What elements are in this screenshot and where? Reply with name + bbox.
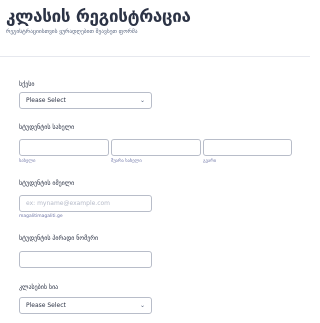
form-title: კლასის რეგისტრაცია [6, 7, 191, 27]
class-list-label: კლასების სია [19, 284, 59, 291]
last-name-sublabel: გვარი [203, 159, 217, 164]
first-name-input[interactable] [19, 139, 109, 156]
email-hint: magalitimagaliti.ge [19, 214, 63, 219]
gender-select[interactable]: Please Select ⌄ [19, 92, 152, 109]
class-list-select[interactable]: Please Select ⌄ [19, 297, 152, 314]
email-placeholder: ex: myname@example.com [26, 200, 111, 207]
student-id-label: სტუდენტის პირადი ნომერი [19, 235, 99, 242]
chevron-down-icon: ⌄ [139, 302, 145, 309]
first-name-sublabel: სახელი [19, 159, 36, 164]
gender-select-value: Please Select [26, 97, 66, 104]
student-id-input[interactable] [19, 251, 152, 268]
gender-label: სქესი [19, 81, 35, 88]
header-divider [0, 56, 310, 57]
student-email-label: სტუდენტის იმეილი [19, 180, 75, 187]
form-header: კლასის რეგისტრაცია რეგისტრაციისთვის ყურა… [6, 6, 191, 35]
middle-name-sublabel: შუარა სახელი [111, 159, 142, 164]
form-subtitle: რეგისტრაციისთვის ყურადღებით შეავსეთ ფორმ… [6, 29, 138, 35]
student-name-label: სტუდენტის სახელი [19, 124, 75, 131]
last-name-input[interactable] [203, 139, 292, 156]
chevron-down-icon: ⌄ [139, 97, 145, 104]
email-input[interactable]: ex: myname@example.com [19, 195, 152, 212]
class-list-select-value: Please Select [26, 302, 66, 309]
middle-name-input[interactable] [111, 139, 201, 156]
